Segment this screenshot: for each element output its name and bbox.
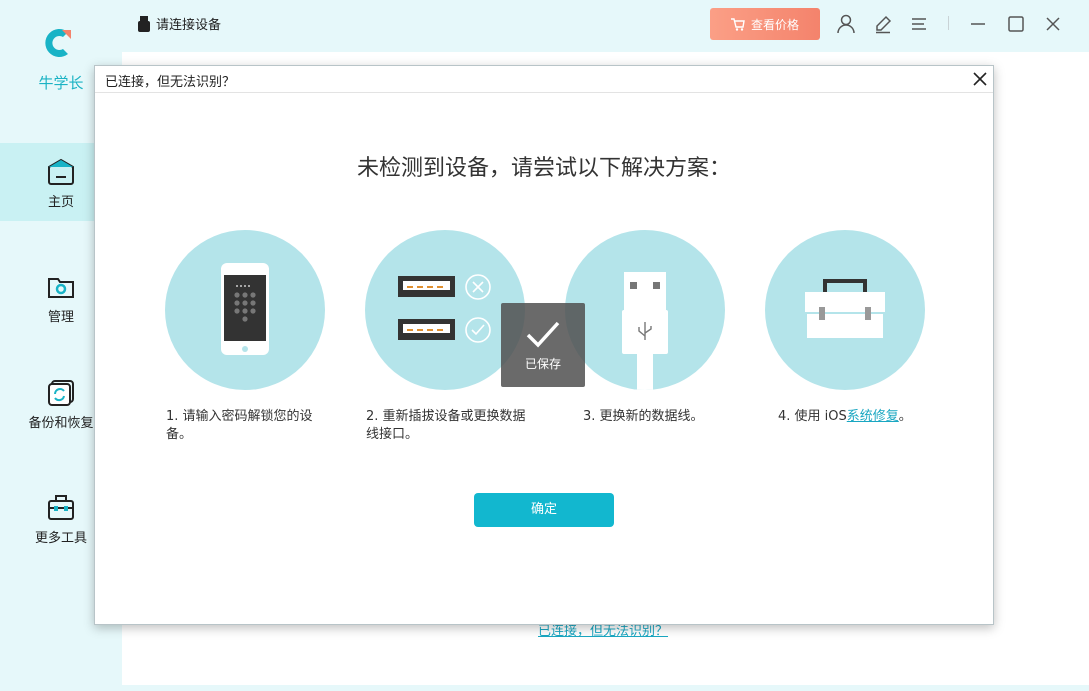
step-1-text: 1. 请输入密码解锁您的设备。 bbox=[166, 409, 313, 442]
step-1-illustration bbox=[165, 230, 325, 390]
header-separator bbox=[948, 16, 949, 30]
home-icon bbox=[48, 158, 74, 185]
device-status: 请连接设备 bbox=[138, 14, 221, 33]
dialog-title: 已连接，但无法识别？ bbox=[105, 75, 236, 90]
step-3-text: 3. 更换新的数据线。 bbox=[583, 409, 704, 424]
toolbox-icon bbox=[48, 495, 74, 520]
saved-toast-text: 已保存 bbox=[524, 357, 561, 371]
title-bar: 请连接设备 查看价格 bbox=[122, 0, 1089, 52]
maximize-icon[interactable] bbox=[1006, 14, 1026, 34]
dialog-heading: 未检测到设备，请尝试以下解决方案： bbox=[356, 156, 731, 181]
confirm-button[interactable]: 确定 bbox=[474, 493, 614, 527]
minimize-icon[interactable] bbox=[968, 14, 988, 34]
usb-plug-icon bbox=[138, 15, 150, 32]
user-icon[interactable] bbox=[836, 14, 856, 34]
step-4-prefix: 4. 使用 iOS bbox=[778, 409, 847, 424]
cart-icon bbox=[730, 17, 745, 31]
step-4-suffix: 。 bbox=[898, 409, 912, 424]
toolbox-repair-icon bbox=[805, 279, 885, 338]
app-logo-icon bbox=[39, 22, 81, 64]
device-status-text: 请连接设备 bbox=[156, 18, 222, 33]
dialog-divider bbox=[95, 92, 993, 93]
troubleshoot-dialog: 已连接，但无法识别？ 未检测到设备，请尝试以下解决方案： 1. 请输入密码解锁您… bbox=[94, 65, 994, 625]
close-window-icon[interactable] bbox=[1043, 14, 1063, 34]
view-price-label: 查看价格 bbox=[750, 17, 799, 32]
menu-icon[interactable] bbox=[909, 14, 929, 34]
feedback-edit-icon[interactable] bbox=[873, 14, 893, 34]
step-2-text: 2. 重新插拔设备或更换数据线接口。 bbox=[366, 409, 526, 442]
saved-toast: 已保存 bbox=[501, 303, 585, 387]
step-4-text: 4. 使用 iOS系统修复。 bbox=[778, 408, 948, 426]
unlock-phone-icon bbox=[221, 263, 269, 355]
view-price-button[interactable]: 查看价格 bbox=[710, 8, 820, 40]
step-3-illustration bbox=[565, 230, 725, 390]
close-icon[interactable] bbox=[972, 71, 988, 87]
folder-gear-icon bbox=[48, 278, 74, 298]
usb-cable-icon bbox=[622, 272, 668, 390]
system-repair-link[interactable]: 系统修复 bbox=[847, 409, 899, 424]
backup-restore-icon bbox=[48, 380, 74, 406]
checkmark-icon bbox=[526, 321, 560, 348]
step-4-illustration bbox=[765, 230, 925, 390]
